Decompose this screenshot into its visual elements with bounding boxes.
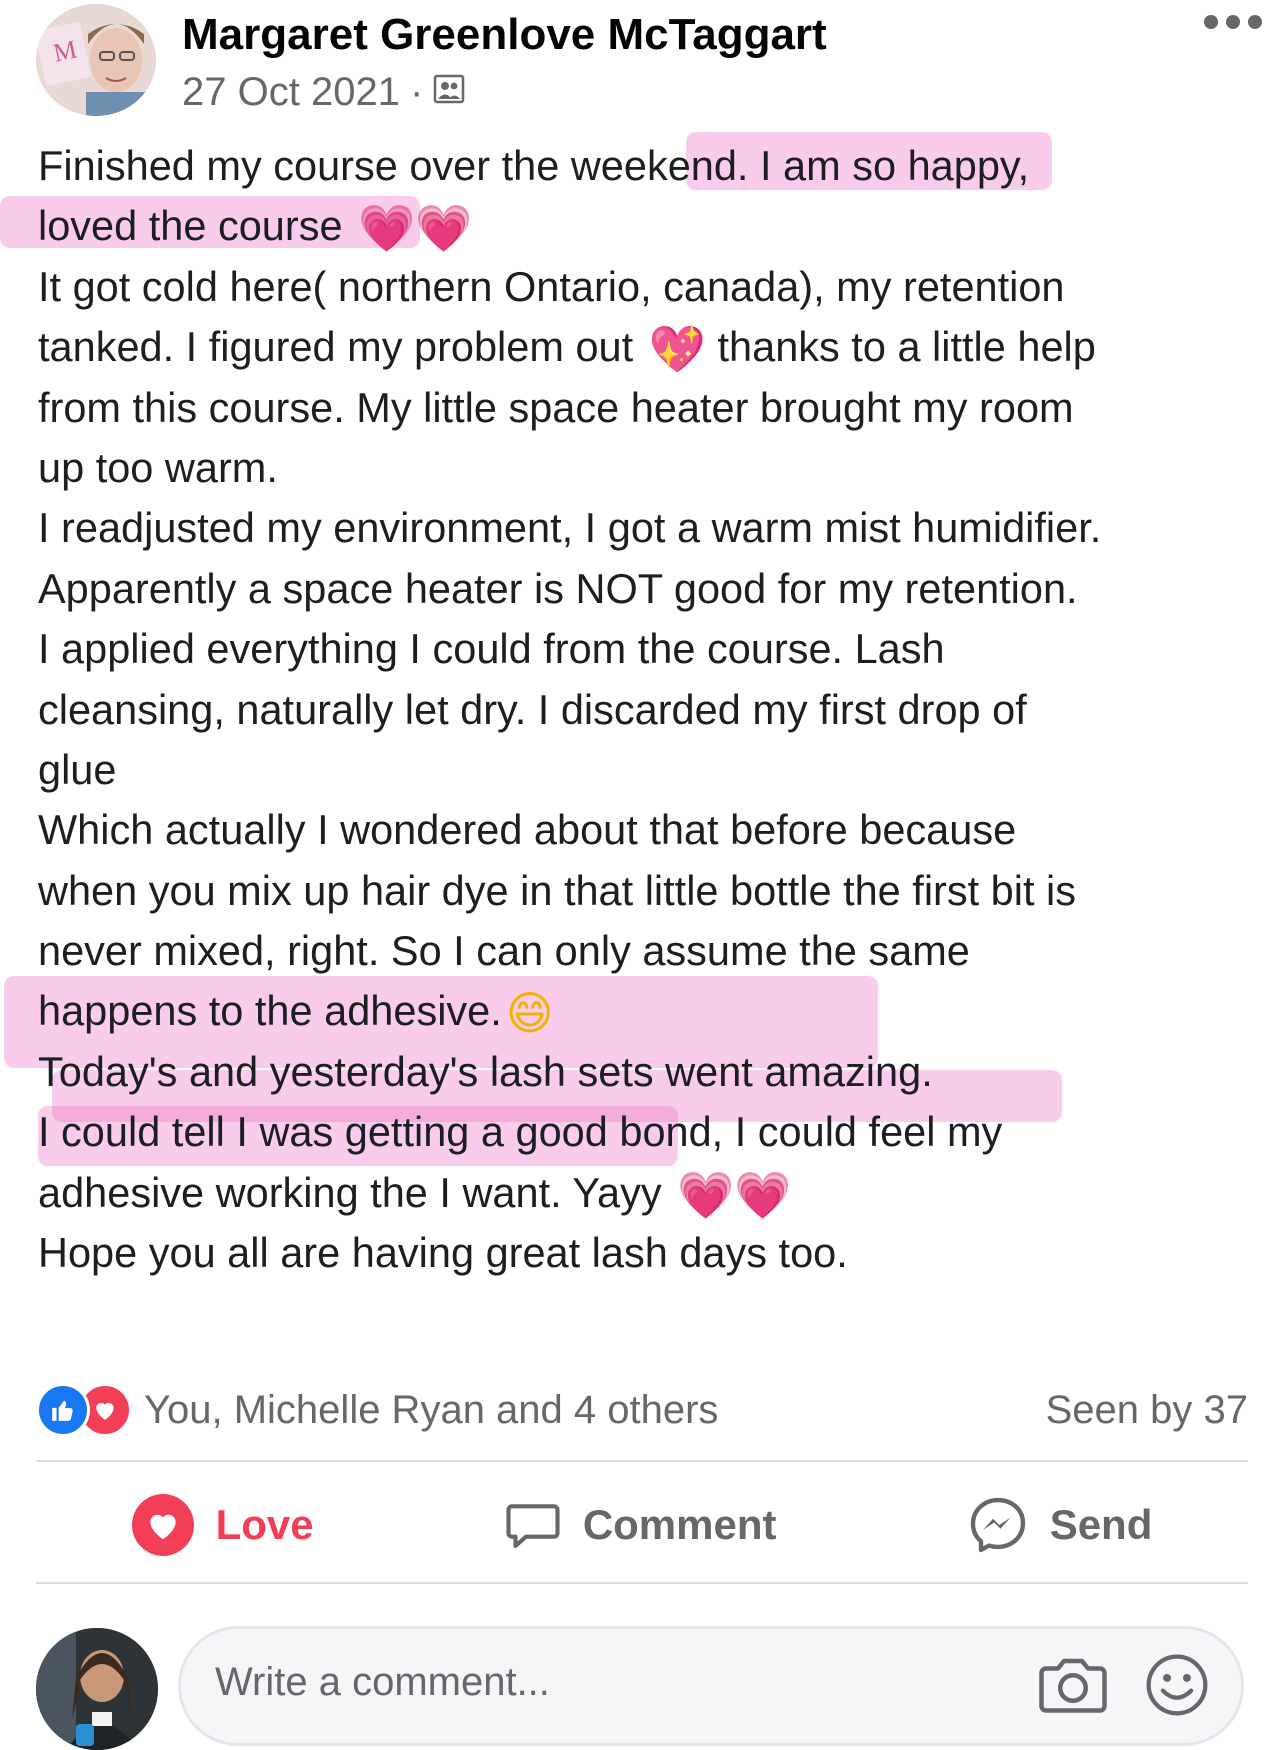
post-line: from this course. My little space heater… [38,383,1074,431]
comment-button[interactable]: Comment [505,1497,777,1553]
post-line: cleansing, naturally let dry. I discarde… [38,685,1027,733]
reaction-icons[interactable] [36,1383,132,1437]
post-line: I readjusted my environment, I got a war… [38,504,1102,552]
author-name[interactable]: Margaret Greenlove McTaggart [182,10,827,60]
post-meta: 27 Oct 2021 · [182,70,465,115]
post-line: up too warm. [38,443,278,491]
post-line: Today's and yesterday's lash sets went a… [38,1047,933,1095]
comment-box [178,1626,1244,1746]
post-line: adhesive working the I want. Yayy 💗💗 [38,1168,792,1221]
post-line: happens to the adhesive.😄 [38,987,554,1040]
love-label: Love [215,1501,314,1548]
post-line: Hope you all are having great lash days … [38,1229,848,1277]
post-line: tanked. I figured my problem out 💖 thank… [38,323,1096,376]
love-icon [131,1494,194,1556]
like-reaction-icon [36,1383,90,1437]
send-label: Send [1049,1501,1153,1548]
grinning-emoji: 😄 [505,987,554,1040]
post-line: glue [38,745,117,793]
post-line: It got cold here( northern Ontario, cana… [38,262,1065,310]
send-button[interactable]: Send [968,1495,1153,1555]
author-avatar[interactable]: M [36,4,156,116]
action-bar: Love Comment Send [36,1478,1248,1572]
members-icon [433,70,465,115]
reactions-bar: You, Michelle Ryan and 4 others Seen by … [36,1380,1248,1440]
post-line: loved the course 💗💗 [38,202,473,255]
sparkling-heart-emoji: 💖 [648,323,706,376]
heart-emoji: 💗💗 [677,1168,792,1221]
post-body: Finished my course over the weekend. I a… [0,132,1258,1283]
heart-emoji: 💗💗 [358,202,473,255]
post-line: I applied everything I could from the co… [38,625,945,673]
divider [36,1582,1248,1584]
post-date[interactable]: 27 Oct 2021 [182,70,400,115]
current-user-avatar[interactable] [36,1628,158,1750]
comment-input[interactable] [213,1659,977,1706]
post-line: never mixed, right. So I can only assume… [38,927,970,975]
post-line: I could tell I was getting a good bond, … [38,1108,1003,1156]
comment-icon [505,1497,561,1553]
love-button[interactable]: Love [131,1494,314,1556]
meta-separator: · [409,70,424,114]
reactions-summary[interactable]: You, Michelle Ryan and 4 others [144,1388,718,1433]
post-line: when you mix up hair dye in that little … [38,866,1077,914]
emoji-icon[interactable] [1143,1651,1211,1724]
post-line: Apparently a space heater is NOT good fo… [38,564,1078,612]
post-line: Finished my course over the weekend. I a… [38,142,1030,189]
post-line: Which actually I wondered about that bef… [38,806,1017,854]
messenger-icon [968,1495,1028,1555]
camera-icon[interactable] [1037,1653,1109,1722]
ellipsis-icon[interactable] [1204,12,1262,32]
divider [36,1460,1248,1462]
comment-label: Comment [582,1501,777,1548]
seen-by-count[interactable]: Seen by 37 [1046,1388,1248,1433]
